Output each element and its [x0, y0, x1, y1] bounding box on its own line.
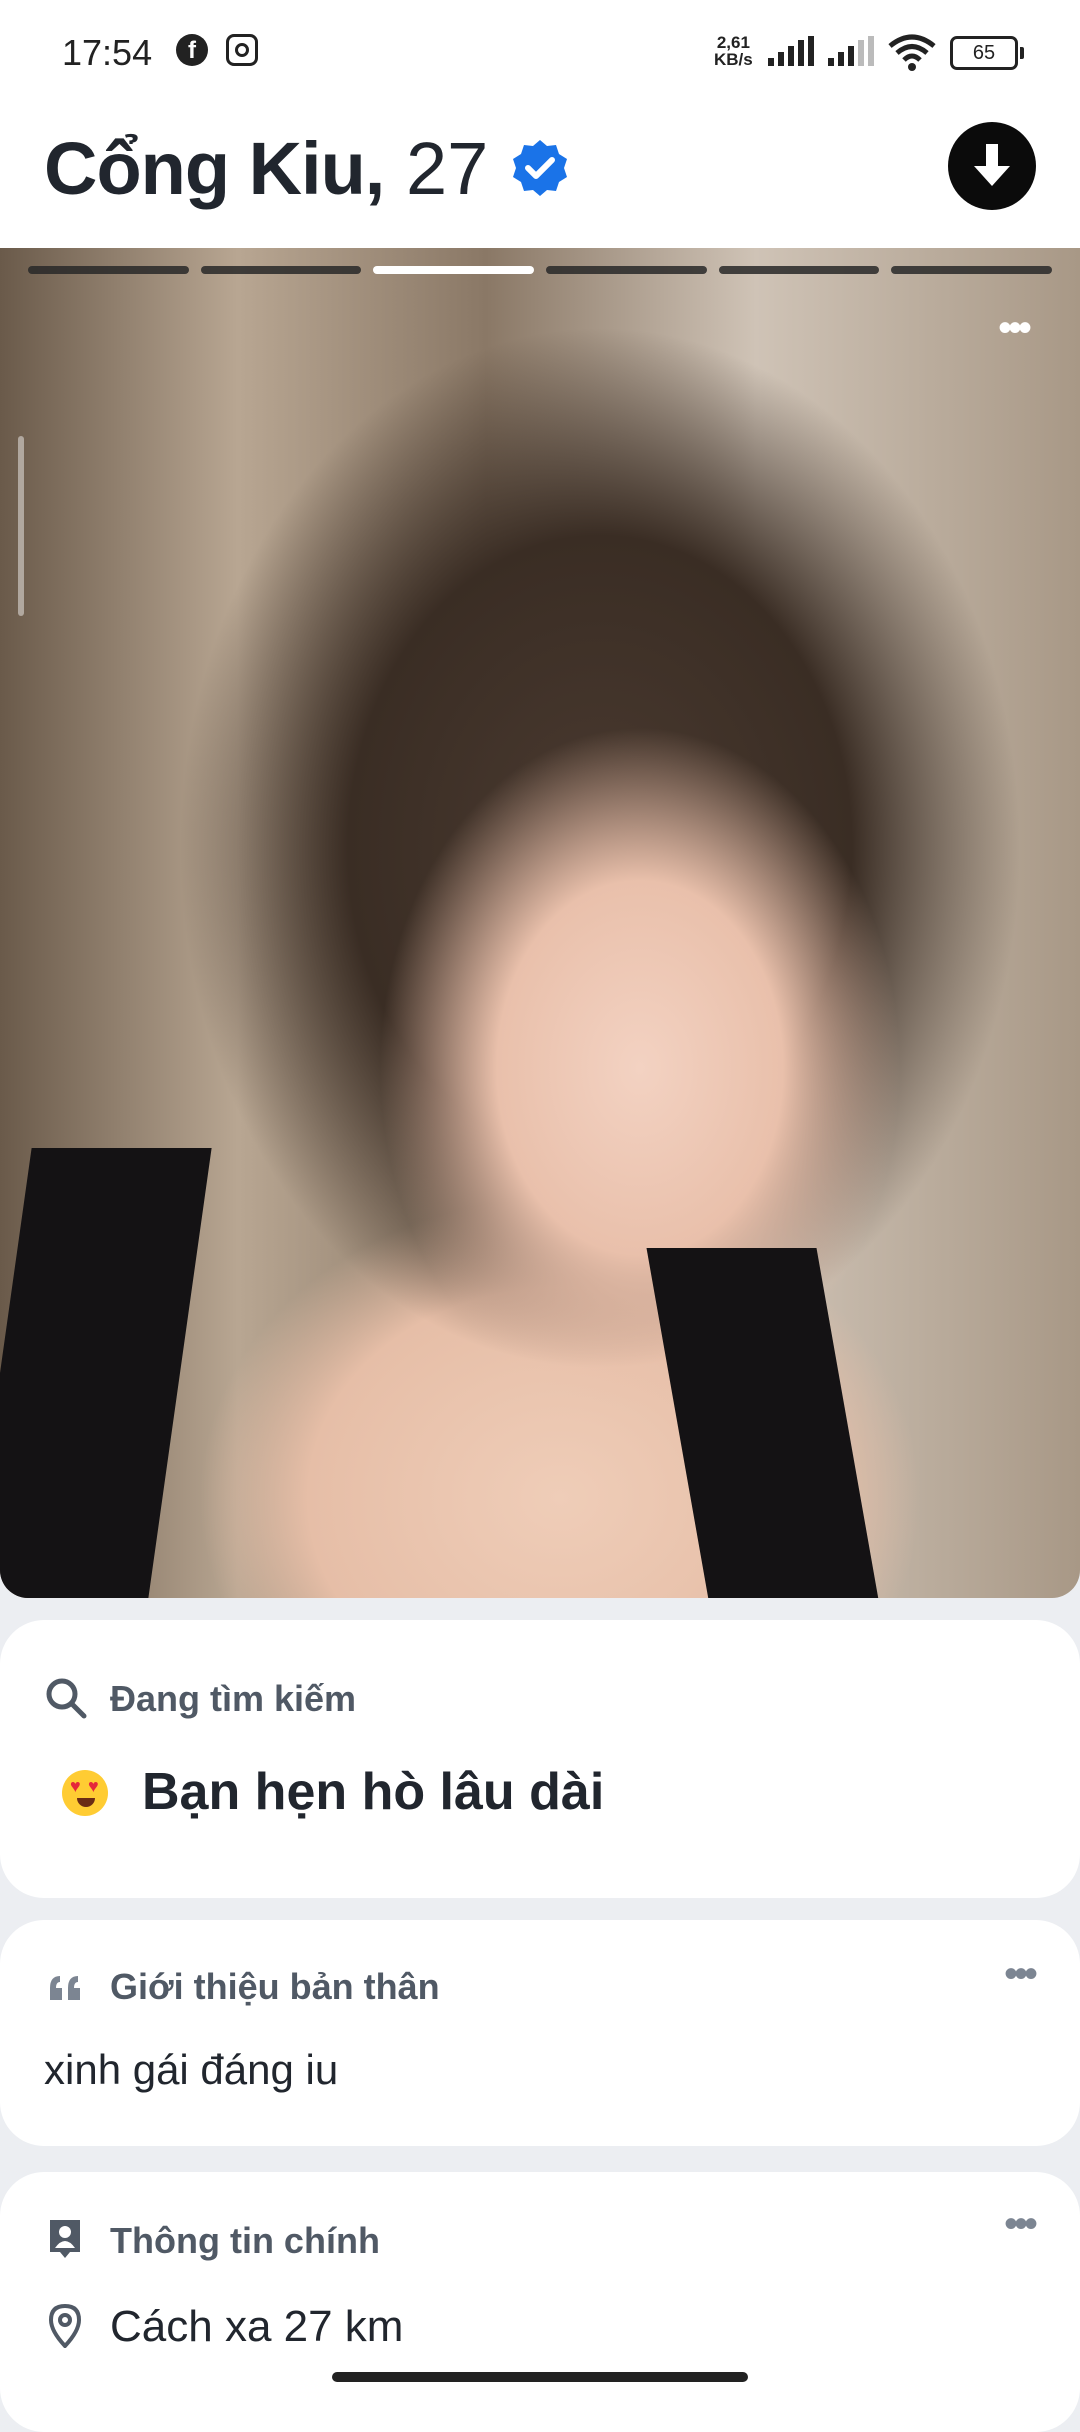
main-info-more-options-icon[interactable]: •••	[1004, 2204, 1050, 2244]
search-icon	[46, 1678, 87, 1719]
profile-header: Cổng Kiu, 27	[0, 100, 1080, 248]
photo-more-options-icon[interactable]: •••	[988, 308, 1038, 348]
scroll-indicator	[18, 436, 24, 616]
profile-photo[interactable]: •••	[0, 248, 1080, 1598]
photo-progress-segment[interactable]	[546, 266, 707, 274]
wifi-icon	[888, 34, 936, 71]
profile-name: Cổng Kiu,	[44, 127, 385, 210]
instagram-icon	[226, 34, 258, 66]
photo-progress-segment-active[interactable]	[373, 266, 535, 274]
looking-for-value: Bạn hẹn hò lâu dài	[142, 1763, 605, 1821]
distance-text: Cách xa 27 km	[110, 2302, 404, 2351]
main-info-card: Thông tin chính ••• Cách xa 27 km	[0, 2172, 1080, 2432]
photo-progress-segment[interactable]	[718, 266, 880, 274]
bio-more-options-icon[interactable]: •••	[1004, 1954, 1050, 1994]
network-speed: 2,61 KB/s	[714, 34, 753, 68]
bio-text: xinh gái đáng iu	[44, 2046, 339, 2093]
quote-icon	[50, 1976, 80, 2000]
arrow-down-icon	[974, 144, 1010, 186]
looking-for-card: Đang tìm kiếm Bạn hẹn hò lâu dài	[0, 1620, 1080, 1898]
photo-detail	[646, 1248, 884, 1598]
home-indicator[interactable]	[332, 2372, 748, 2382]
main-info-title: Thông tin chính	[110, 2220, 380, 2261]
status-bar: 17:54 f 2,61 KB/s 65	[0, 0, 1080, 100]
battery-icon: 65	[950, 36, 1024, 70]
id-card-icon	[50, 2220, 80, 2258]
facebook-icon: f	[176, 34, 208, 66]
location-pin-icon	[48, 2304, 82, 2348]
signal-icon	[768, 36, 814, 66]
photo-progress-segment[interactable]	[891, 266, 1053, 274]
looking-for-title: Đang tìm kiếm	[110, 1678, 357, 1719]
bio-card: Giới thiệu bản thân ••• xinh gái đáng iu	[0, 1920, 1080, 2146]
status-time: 17:54	[62, 32, 153, 73]
collapse-profile-button[interactable]	[948, 122, 1036, 210]
photo-progress-segment[interactable]	[200, 266, 362, 274]
photo-progress-segment[interactable]	[28, 266, 189, 274]
verified-badge-icon	[513, 140, 567, 196]
network-speed-value: 2,61	[716, 33, 750, 52]
network-speed-unit: KB/s	[714, 50, 753, 69]
profile-age: 27	[406, 127, 489, 210]
bio-title: Giới thiệu bản thân	[110, 1966, 440, 2007]
battery-level: 65	[972, 42, 996, 64]
photo-detail	[0, 1148, 212, 1598]
heart-eyes-emoji-icon	[62, 1770, 108, 1816]
signal-icon-2	[828, 36, 874, 66]
photo-progress	[28, 266, 1053, 276]
